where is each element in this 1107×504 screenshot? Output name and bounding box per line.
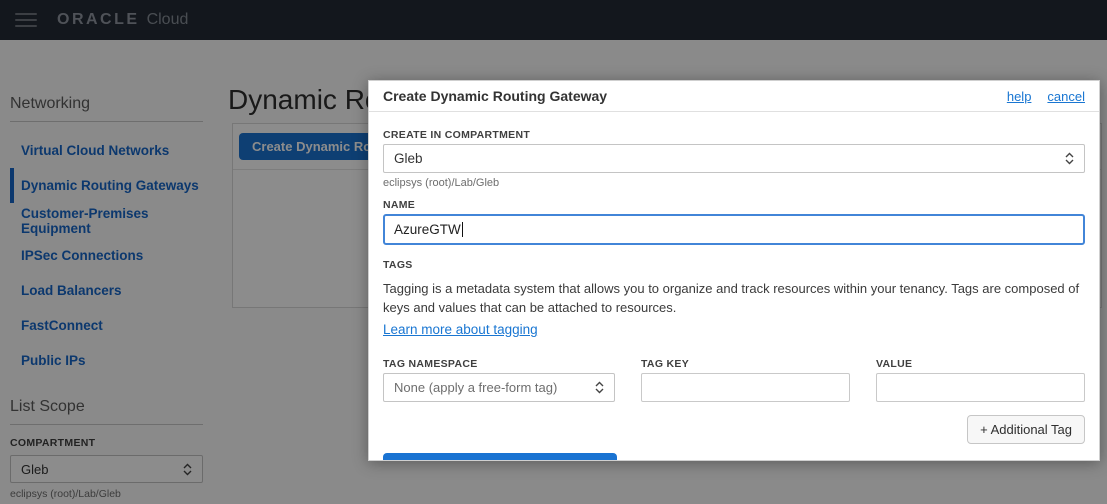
tag-namespace-select[interactable]: None (apply a free-form tag) [383, 373, 615, 402]
text-cursor [462, 222, 463, 237]
tag-key-label: TAG KEY [641, 358, 850, 370]
create-in-compartment-label: CREATE IN COMPARTMENT [383, 129, 1085, 141]
tag-value-input[interactable] [876, 373, 1085, 402]
name-input-value: AzureGTW [394, 222, 461, 237]
create-in-compartment-select[interactable]: Gleb [383, 144, 1085, 173]
chevron-updown-icon [595, 381, 604, 394]
name-input[interactable]: AzureGTW [383, 214, 1085, 245]
cancel-link[interactable]: cancel [1047, 89, 1085, 104]
tag-namespace-value: None (apply a free-form tag) [394, 380, 557, 395]
tags-description: Tagging is a metadata system that allows… [383, 279, 1085, 317]
help-link[interactable]: help [1007, 89, 1032, 104]
create-drg-submit-button[interactable]: Create Dynamic Routing Gateway [383, 453, 617, 461]
tag-row: TAG NAMESPACE None (apply a free-form ta… [383, 358, 1085, 402]
modal-body: CREATE IN COMPARTMENT Gleb eclipsys (roo… [369, 129, 1099, 461]
tag-namespace-label: TAG NAMESPACE [383, 358, 615, 370]
name-label: NAME [383, 199, 1085, 211]
modal-title: Create Dynamic Routing Gateway [383, 88, 607, 104]
modal-header: Create Dynamic Routing Gateway help canc… [369, 81, 1099, 112]
create-in-compartment-path: eclipsys (root)/Lab/Gleb [383, 177, 1085, 189]
chevron-updown-icon [1065, 152, 1074, 165]
create-drg-modal: Create Dynamic Routing Gateway help canc… [368, 80, 1100, 461]
tag-value-label: VALUE [876, 358, 1085, 370]
tags-label: TAGS [383, 259, 1085, 271]
additional-tag-button[interactable]: + Additional Tag [967, 415, 1085, 444]
create-in-compartment-value: Gleb [394, 151, 423, 166]
learn-more-tagging-link[interactable]: Learn more about tagging [383, 322, 538, 337]
tag-key-input[interactable] [641, 373, 850, 402]
